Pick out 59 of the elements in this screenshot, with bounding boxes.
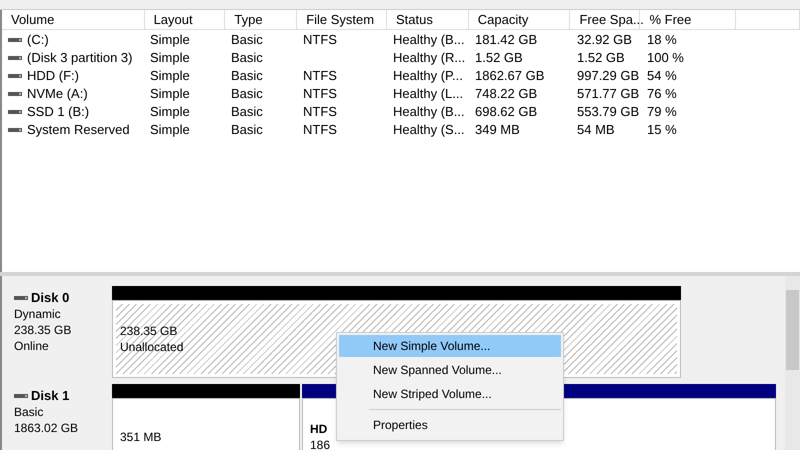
- disk-type: Basic: [14, 404, 44, 420]
- table-cell: Basic: [231, 50, 263, 66]
- table-cell-text: SSD 1 (B:): [27, 103, 90, 122]
- table-cell: 54 MB: [577, 122, 615, 138]
- table-cell: Basic: [231, 32, 263, 48]
- table-cell: 698.62 GB: [475, 104, 538, 120]
- partition-text: 186: [310, 437, 330, 450]
- table-cell: 571.77 GB: [577, 86, 640, 102]
- table-cell: Basic: [231, 68, 263, 84]
- table-cell: Healthy (S...: [393, 122, 465, 138]
- table-cell: Healthy (P...: [393, 68, 463, 84]
- table-cell: NTFS: [303, 122, 337, 138]
- table-cell: Simple: [150, 32, 190, 48]
- table-cell: Basic: [231, 104, 263, 120]
- table-cell: NTFS: [303, 68, 337, 84]
- partition-title: HD: [310, 421, 328, 437]
- partition-text: Unallocated: [120, 339, 184, 355]
- table-cell: 1.52 GB: [475, 50, 523, 66]
- table-cell: 1.52 GB: [577, 50, 625, 66]
- table-cell: 997.29 GB: [577, 68, 640, 84]
- table-cell-text: HDD (F:): [27, 67, 79, 86]
- disk-name: Disk 1: [31, 388, 70, 404]
- table-cell: Healthy (L...: [393, 86, 464, 102]
- table-cell: Basic: [231, 86, 263, 102]
- table-cell: 100 %: [647, 50, 684, 66]
- disk-name: Disk 0: [31, 290, 70, 306]
- table-cell: Healthy (R...: [393, 50, 466, 66]
- disk-type: Dynamic: [14, 306, 62, 322]
- table-cell: 553.79 GB: [577, 104, 640, 120]
- table-cell-text: (Disk 3 partition 3): [27, 49, 132, 68]
- table-cell: 76 %: [647, 86, 677, 102]
- table-cell: NTFS: [303, 32, 337, 48]
- table-cell: 18 %: [647, 32, 677, 48]
- table-cell: Basic: [231, 122, 263, 138]
- table-cell: Healthy (B...: [393, 104, 465, 120]
- table-cell: 748.22 GB: [475, 86, 538, 102]
- table-cell: 181.42 GB: [475, 32, 538, 48]
- table-cell: NTFS: [303, 104, 337, 120]
- table-cell: Simple: [150, 50, 190, 66]
- table-cell: Simple: [150, 122, 190, 138]
- table-cell-text: NVMe (A:): [27, 85, 88, 104]
- table-cell: 15 %: [647, 122, 677, 138]
- table-cell: Healthy (B...: [393, 32, 465, 48]
- partition-text: 351 MB: [120, 429, 162, 445]
- partition-text: 238.35 GB: [120, 323, 178, 339]
- disk-size: 1863.02 GB: [14, 420, 80, 436]
- table-cell-text: System Reserved: [27, 121, 130, 140]
- table-cell: Simple: [150, 68, 190, 84]
- table-cell: 349 MB: [475, 122, 520, 138]
- table-cell: Simple: [150, 104, 190, 120]
- table-cell: 1862.67 GB: [475, 68, 544, 84]
- disk-size: 238.35 GB: [14, 322, 72, 338]
- table-cell: 54 %: [647, 68, 677, 84]
- table-cell: 32.92 GB: [577, 32, 632, 48]
- table-cell: 79 %: [647, 104, 677, 120]
- table-cell: NTFS: [303, 86, 337, 102]
- table-cell: Simple: [150, 86, 190, 102]
- disk-status: Online: [14, 338, 50, 354]
- table-cell-text: (C:): [27, 31, 49, 50]
